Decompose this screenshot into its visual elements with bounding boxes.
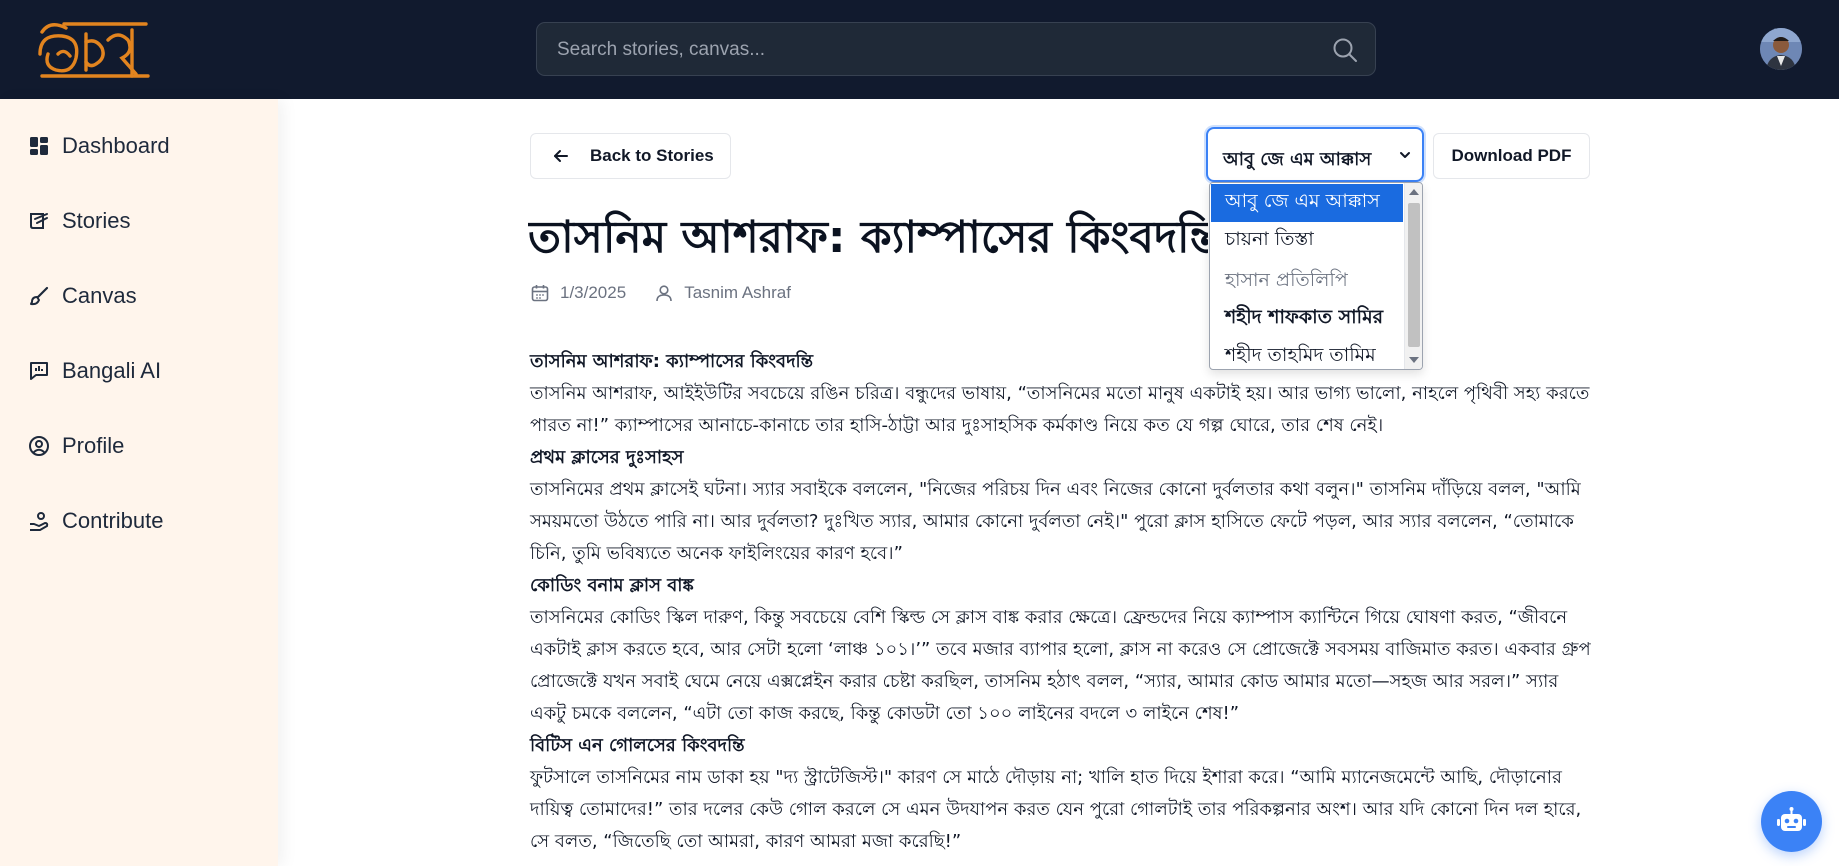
font-option[interactable]: চায়না তিস্তা (1211, 222, 1403, 260)
sidebar-item-dashboard[interactable]: Dashboard (28, 128, 170, 164)
contribute-icon (30, 512, 49, 531)
top-header: Search stories, canvas... (0, 0, 1839, 99)
sidebar-item-label: Contribute (62, 508, 164, 533)
chat-chart-icon (30, 362, 48, 380)
app-logo[interactable] (36, 18, 151, 80)
stories-icon (30, 213, 48, 229)
sidebar-item-profile[interactable]: Profile (28, 428, 124, 464)
sidebar-item-label: Canvas (62, 283, 137, 308)
sidebar-item-label: Stories (62, 208, 131, 233)
story-meta: 1/3/2025 Tasnim Ashraf (530, 283, 791, 303)
story-title: তাসনিম আশরাফ: ক্যাম্পাসের কিংবদন্তি (528, 212, 1208, 263)
dropdown-scrollbar[interactable] (1404, 183, 1422, 369)
sidebar-item-stories[interactable]: Stories (28, 203, 130, 239)
ai-assistant-button[interactable] (1761, 791, 1822, 852)
scroll-down-arrow-icon[interactable] (1409, 357, 1419, 363)
sidebar-item-canvas[interactable]: Canvas (28, 278, 137, 314)
scroll-up-arrow-icon[interactable] (1409, 189, 1419, 195)
user-circle-icon (29, 436, 49, 456)
font-option[interactable]: শহীদ শাফকাত সামির (1211, 300, 1403, 338)
download-pdf-label: Download PDF (1451, 146, 1572, 165)
sidebar-item-contribute[interactable]: Contribute (28, 503, 164, 539)
story-paragraph: তাসনিম আশরাফ, আইইউটির সবচেয়ে রঙিন চরিত্… (530, 383, 1590, 436)
story-heading: কোডিং বনাম ক্লাস বাঙ্ক (530, 575, 694, 596)
user-icon (656, 285, 672, 302)
back-button-label: Back to Stories (590, 146, 714, 165)
search-bar[interactable]: Search stories, canvas... (536, 22, 1376, 76)
back-to-stories-button[interactable]: Back to Stories (530, 133, 731, 179)
font-option[interactable]: হাসান প্রতিলিপি (1211, 263, 1403, 301)
arrow-left-icon (554, 150, 568, 162)
search-input[interactable]: Search stories, canvas... (557, 39, 765, 61)
story-body: তাসনিম আশরাফ: ক্যাম্পাসের কিংবদন্তি তাসন… (530, 346, 1600, 858)
search-icon[interactable] (1331, 36, 1359, 64)
story-heading: প্রথম ক্লাসের দুঃসাহস (530, 447, 684, 468)
font-option-selected[interactable]: আবু জে এম আক্কাস (1211, 184, 1403, 222)
story-paragraph: তাসনিমের কোডিং স্কিল দারুণ, কিন্তু সবচেয… (530, 607, 1591, 724)
download-pdf-button[interactable]: Download PDF (1433, 133, 1590, 179)
sidebar-item-bangali-ai[interactable]: Bangali AI (28, 353, 161, 389)
font-select-value: আবু জে এম আক্কাস (1223, 149, 1372, 170)
font-dropdown-list[interactable]: আবু জে এম আক্কাস চায়না তিস্তা হাসান প্র… (1209, 182, 1423, 370)
font-option[interactable]: শহীদ তাহমিদ তামিম (1211, 338, 1403, 369)
robot-icon (1777, 807, 1806, 831)
sidebar: Dashboard Stories Canvas Bangali AI Prof… (0, 99, 278, 866)
brush-icon (30, 286, 49, 306)
sidebar-item-label: Dashboard (62, 133, 170, 158)
dashboard-icon (30, 137, 48, 155)
chevron-down-icon (1400, 152, 1410, 158)
sidebar-item-label: Profile (62, 433, 125, 458)
scroll-thumb[interactable] (1408, 203, 1420, 347)
story-date: 1/3/2025 (560, 283, 627, 302)
story-author: Tasnim Ashraf (684, 283, 791, 302)
story-heading: বিটিস এন গোলসের কিংবদন্তি (530, 735, 745, 756)
calendar-icon (531, 285, 549, 302)
story-heading: তাসনিম আশরাফ: ক্যাম্পাসের কিংবদন্তি (530, 351, 814, 372)
user-avatar[interactable] (1760, 28, 1802, 70)
story-paragraph: ফুটসালে তাসনিমের নাম ডাকা হয় "দ্য স্ট্র… (530, 767, 1582, 852)
story-paragraph: তাসনিমের প্রথম ক্লাসেই ঘটনা। স্যার সবাইক… (530, 479, 1581, 564)
font-select[interactable]: আবু জে এম আক্কাস (1206, 127, 1424, 182)
sidebar-item-label: Bangali AI (62, 358, 162, 383)
